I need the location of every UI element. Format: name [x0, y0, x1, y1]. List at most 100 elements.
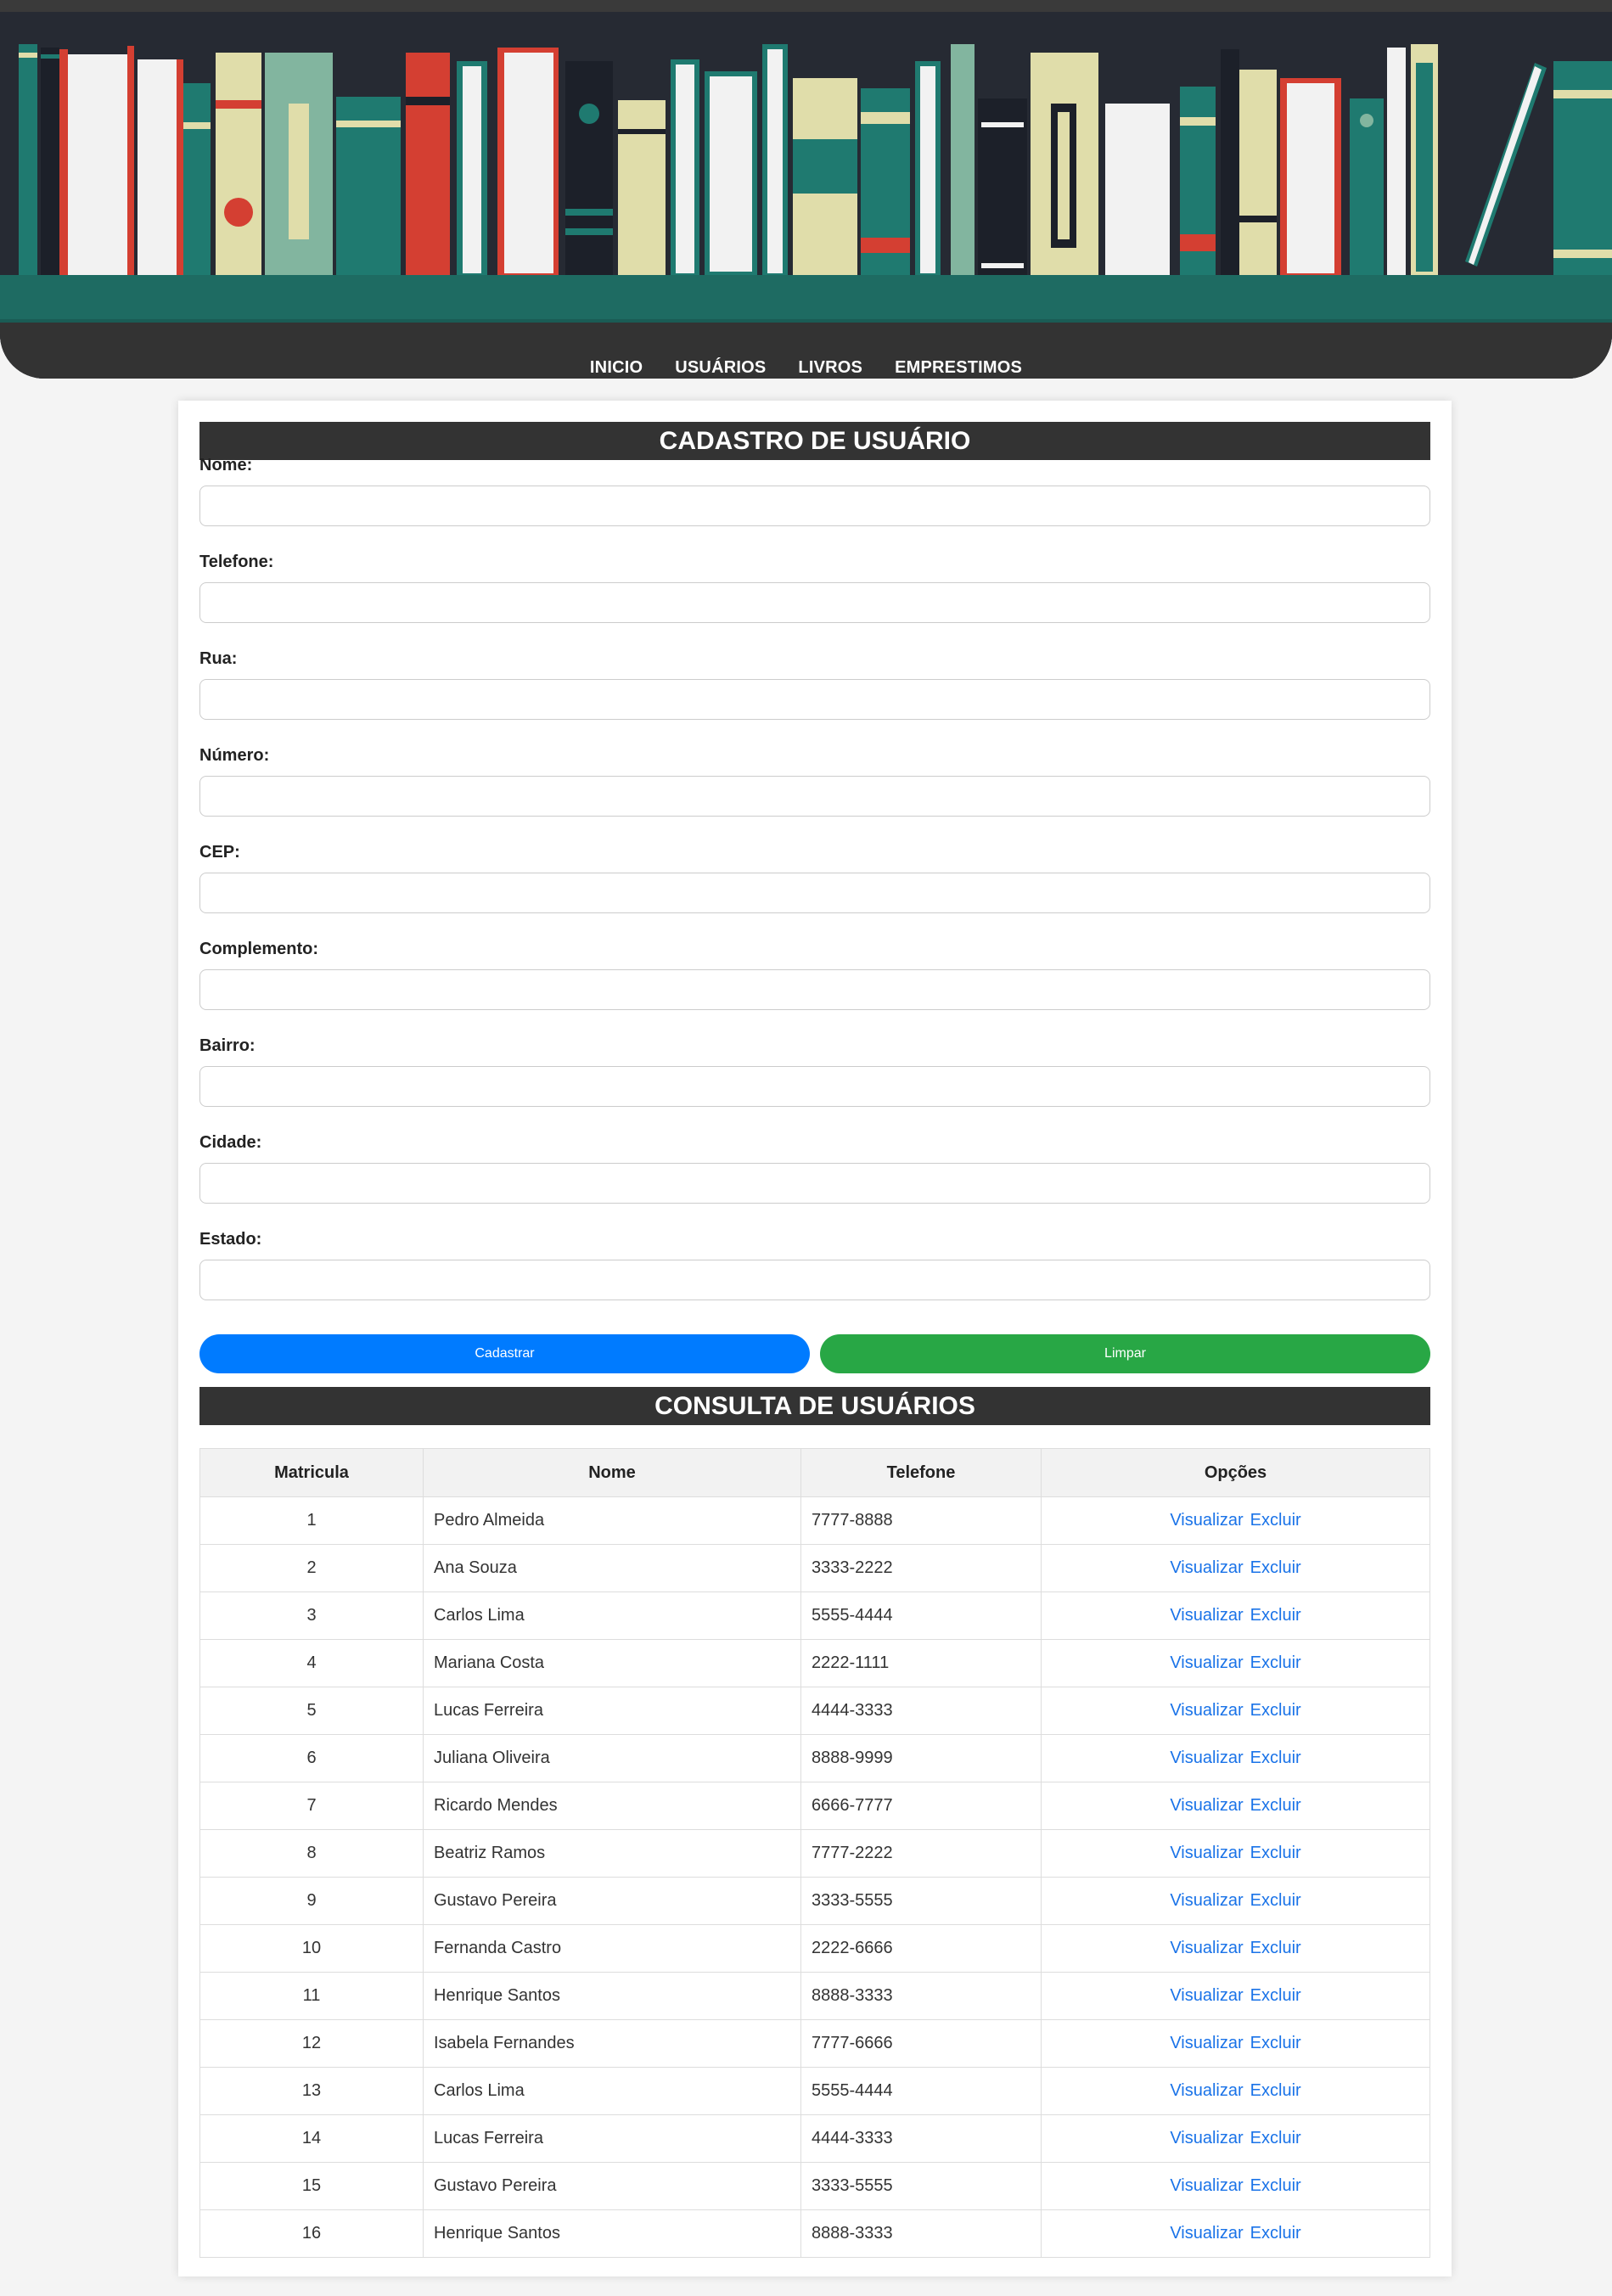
cell-telefone: 3333-2222: [800, 1544, 1042, 1592]
cell-opcoes: Visualizar Excluir: [1041, 1687, 1430, 1735]
cell-telefone: 8888-3333: [800, 1972, 1042, 2020]
table-row: 3 Carlos Lima 5555-4444 Visualizar Excluir: [199, 1591, 1430, 1640]
nav-livros[interactable]: LIVROS: [798, 358, 862, 378]
excluir-link[interactable]: Excluir: [1250, 1939, 1301, 1957]
visualizar-link[interactable]: Visualizar: [1170, 1558, 1243, 1577]
cell-matricula: 10: [199, 1924, 424, 1973]
cell-matricula: 13: [199, 2067, 424, 2115]
bairro-input[interactable]: [199, 1066, 1430, 1107]
visualizar-link[interactable]: Visualizar: [1170, 2129, 1243, 2147]
cell-nome: Lucas Ferreira: [423, 1687, 801, 1735]
cell-matricula: 8: [199, 1829, 424, 1878]
complemento-input[interactable]: [199, 969, 1430, 1010]
cell-opcoes: Visualizar Excluir: [1041, 1924, 1430, 1973]
visualizar-link[interactable]: Visualizar: [1170, 2081, 1243, 2100]
header-banner: INICIO USUÁRIOS LIVROS EMPRESTIMOS: [0, 12, 1612, 379]
cell-telefone: 7777-8888: [800, 1496, 1042, 1545]
field-numero: Número:: [199, 746, 1430, 817]
visualizar-link[interactable]: Visualizar: [1170, 1891, 1243, 1910]
visualizar-link[interactable]: Visualizar: [1170, 1653, 1243, 1672]
cadastro-title: CADASTRO DE USUÁRIO: [199, 422, 1430, 460]
excluir-link[interactable]: Excluir: [1250, 1986, 1301, 2005]
col-matricula: Matricula: [199, 1448, 424, 1497]
visualizar-link[interactable]: Visualizar: [1170, 1749, 1243, 1767]
table-row: 7 Ricardo Mendes 6666-7777 Visualizar Exclui…: [199, 1782, 1430, 1830]
field-nome: Nome:: [199, 457, 1430, 526]
cell-matricula: 6: [199, 1734, 424, 1782]
bookshelf-illustration: [0, 12, 1612, 379]
nome-input[interactable]: [199, 486, 1430, 526]
form-buttons: Cadastrar Limpar: [199, 1334, 1430, 1373]
numero-input[interactable]: [199, 776, 1430, 817]
excluir-link[interactable]: Excluir: [1250, 1511, 1301, 1530]
excluir-link[interactable]: Excluir: [1250, 1844, 1301, 1862]
cell-opcoes: Visualizar Excluir: [1041, 1782, 1430, 1830]
table-row: 16 Henrique Santos 8888-3333 Visualizar Excl…: [199, 2209, 1430, 2258]
cell-matricula: 5: [199, 1687, 424, 1735]
cell-nome: Gustavo Pereira: [423, 1877, 801, 1925]
visualizar-link[interactable]: Visualizar: [1170, 1511, 1243, 1530]
cell-telefone: 4444-3333: [800, 1687, 1042, 1735]
nav-emprestimos[interactable]: EMPRESTIMOS: [895, 358, 1022, 378]
cep-input[interactable]: [199, 873, 1430, 913]
telefone-input[interactable]: [199, 582, 1430, 623]
visualizar-link[interactable]: Visualizar: [1170, 1986, 1243, 2005]
excluir-link[interactable]: Excluir: [1250, 2081, 1301, 2100]
content-card: CADASTRO DE USUÁRIO Nome: Telefone: Rua:…: [178, 401, 1452, 2276]
excluir-link[interactable]: Excluir: [1250, 1653, 1301, 1672]
rua-label: Rua:: [199, 649, 238, 668]
visualizar-link[interactable]: Visualizar: [1170, 1939, 1243, 1957]
cell-nome: Mariana Costa: [423, 1639, 801, 1687]
limpar-button[interactable]: Limpar: [820, 1334, 1430, 1373]
excluir-link[interactable]: Excluir: [1250, 1796, 1301, 1815]
rua-input[interactable]: [199, 679, 1430, 720]
visualizar-link[interactable]: Visualizar: [1170, 1796, 1243, 1815]
complemento-label: Complemento:: [199, 940, 318, 958]
cep-label: CEP:: [199, 843, 240, 862]
cell-opcoes: Visualizar Excluir: [1041, 2019, 1430, 2068]
cell-telefone: 8888-9999: [800, 1734, 1042, 1782]
top-strip: [0, 0, 1612, 12]
visualizar-link[interactable]: Visualizar: [1170, 1606, 1243, 1625]
table-body: 1 Pedro Almeida 7777-8888 Visualizar Excluir…: [199, 1496, 1430, 2258]
cell-opcoes: Visualizar Excluir: [1041, 1972, 1430, 2020]
excluir-link[interactable]: Excluir: [1250, 2176, 1301, 2195]
cell-matricula: 1: [199, 1496, 424, 1545]
table-row: 11 Henrique Santos 8888-3333 Visualizar Excl…: [199, 1972, 1430, 2020]
excluir-link[interactable]: Excluir: [1250, 1701, 1301, 1720]
excluir-link[interactable]: Excluir: [1250, 1558, 1301, 1577]
estado-input[interactable]: [199, 1260, 1430, 1300]
cell-matricula: 2: [199, 1544, 424, 1592]
excluir-link[interactable]: Excluir: [1250, 2224, 1301, 2243]
numero-label: Número:: [199, 746, 270, 765]
field-telefone: Telefone:: [199, 553, 1430, 623]
visualizar-link[interactable]: Visualizar: [1170, 1844, 1243, 1862]
cell-telefone: 5555-4444: [800, 2067, 1042, 2115]
excluir-link[interactable]: Excluir: [1250, 1606, 1301, 1625]
excluir-link[interactable]: Excluir: [1250, 1749, 1301, 1767]
cell-opcoes: Visualizar Excluir: [1041, 1544, 1430, 1592]
excluir-link[interactable]: Excluir: [1250, 2129, 1301, 2147]
excluir-link[interactable]: Excluir: [1250, 2034, 1301, 2052]
cell-nome: Carlos Lima: [423, 2067, 801, 2115]
visualizar-link[interactable]: Visualizar: [1170, 2176, 1243, 2195]
visualizar-link[interactable]: Visualizar: [1170, 2034, 1243, 2052]
col-telefone: Telefone: [800, 1448, 1042, 1497]
cadastrar-button[interactable]: Cadastrar: [199, 1334, 810, 1373]
excluir-link[interactable]: Excluir: [1250, 1891, 1301, 1910]
visualizar-link[interactable]: Visualizar: [1170, 2224, 1243, 2243]
table-row: 12 Isabela Fernandes 7777-6666 Visualizar Ex…: [199, 2019, 1430, 2068]
cell-matricula: 12: [199, 2019, 424, 2068]
field-rua: Rua:: [199, 649, 1430, 720]
nav-usuarios[interactable]: USUÁRIOS: [675, 358, 766, 378]
table-row: 2 Ana Souza 3333-2222 Visualizar Excluir: [199, 1544, 1430, 1592]
table-row: 13 Carlos Lima 5555-4444 Visualizar Excluir: [199, 2067, 1430, 2115]
user-form: Nome: Telefone: Rua: Número: CEP: Comple…: [199, 457, 1430, 1329]
cell-matricula: 9: [199, 1877, 424, 1925]
cell-opcoes: Visualizar Excluir: [1041, 1496, 1430, 1545]
nav-inicio[interactable]: INICIO: [590, 358, 643, 378]
table-row: 14 Lucas Ferreira 4444-3333 Visualizar Exclu…: [199, 2114, 1430, 2163]
cidade-input[interactable]: [199, 1163, 1430, 1204]
field-cep: CEP:: [199, 843, 1430, 913]
visualizar-link[interactable]: Visualizar: [1170, 1701, 1243, 1720]
